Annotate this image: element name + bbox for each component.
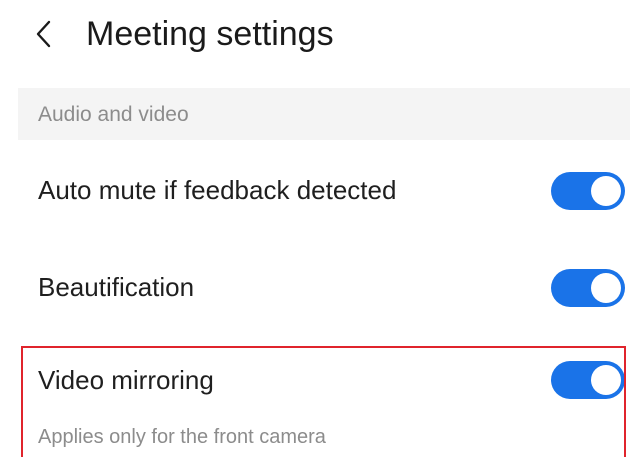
page-title: Meeting settings (86, 15, 334, 53)
meeting-settings-screen: Meeting settings Audio and video Auto mu… (0, 0, 630, 457)
setting-row-video-mirroring[interactable]: Video mirroring Applies only for the fro… (0, 350, 630, 457)
setting-label: Beautification (38, 272, 195, 302)
setting-row-auto-mute[interactable]: Auto mute if feedback detected (0, 160, 630, 220)
back-button[interactable] (24, 14, 64, 54)
beautification-toggle[interactable] (551, 269, 625, 307)
toggle-knob (591, 273, 621, 303)
section-header: Audio and video (18, 88, 630, 140)
setting-row-beautification[interactable]: Beautification (0, 257, 630, 317)
toggle-knob (591, 176, 621, 206)
chevron-left-icon (36, 20, 51, 48)
setting-subtitle: Applies only for the front camera (38, 426, 326, 448)
auto-mute-toggle[interactable] (551, 172, 625, 210)
setting-label: Auto mute if feedback detected (38, 175, 397, 205)
section-label: Audio and video (38, 103, 189, 126)
video-mirroring-toggle[interactable] (551, 361, 625, 399)
setting-label: Video mirroring (38, 365, 214, 395)
header: Meeting settings (0, 0, 630, 86)
toggle-knob (591, 365, 621, 395)
